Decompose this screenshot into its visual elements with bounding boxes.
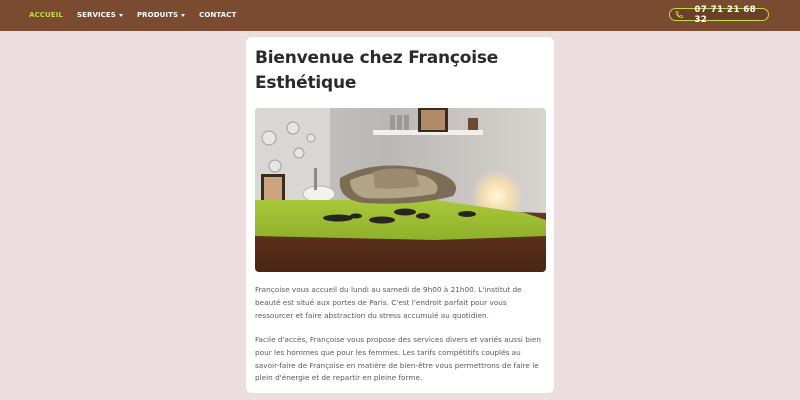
nav-item-accueil[interactable]: ACCUEIL bbox=[29, 11, 63, 19]
caret-down-icon bbox=[181, 13, 186, 17]
nav-item-produits[interactable]: PRODUITS bbox=[136, 11, 186, 19]
phone-icon bbox=[675, 10, 683, 19]
top-navbar: ACCUEIL SERVICES PRODUITS CONTACT 07 71 … bbox=[0, 0, 800, 31]
intro-paragraph: Françoise vous accueil du lundi au samed… bbox=[255, 285, 522, 320]
caret-down-icon bbox=[118, 13, 123, 17]
nav-item-contact[interactable]: CONTACT bbox=[199, 11, 236, 19]
phone-number: 07 71 21 68 32 bbox=[694, 4, 757, 25]
nav-item-label: ACCUEIL bbox=[29, 11, 63, 19]
nav-item-label: PRODUITS bbox=[136, 11, 179, 19]
spa-massage-table-photo bbox=[255, 108, 546, 272]
hero-image bbox=[255, 108, 546, 272]
phone-button[interactable]: 07 71 21 68 32 bbox=[669, 5, 769, 25]
content-card: Bienvenue chez Françoise Esthétique Fran… bbox=[246, 37, 554, 393]
nav-item-services[interactable]: SERVICES bbox=[77, 11, 123, 19]
page-title: Bienvenue chez Françoise Esthétique bbox=[255, 48, 499, 93]
nav-item-label: CONTACT bbox=[199, 11, 237, 19]
main-nav: ACCUEIL SERVICES PRODUITS CONTACT bbox=[29, 11, 250, 19]
nav-item-label: SERVICES bbox=[76, 11, 116, 19]
services-paragraph: Facile d'accès, Françoise vous propose d… bbox=[255, 335, 541, 383]
